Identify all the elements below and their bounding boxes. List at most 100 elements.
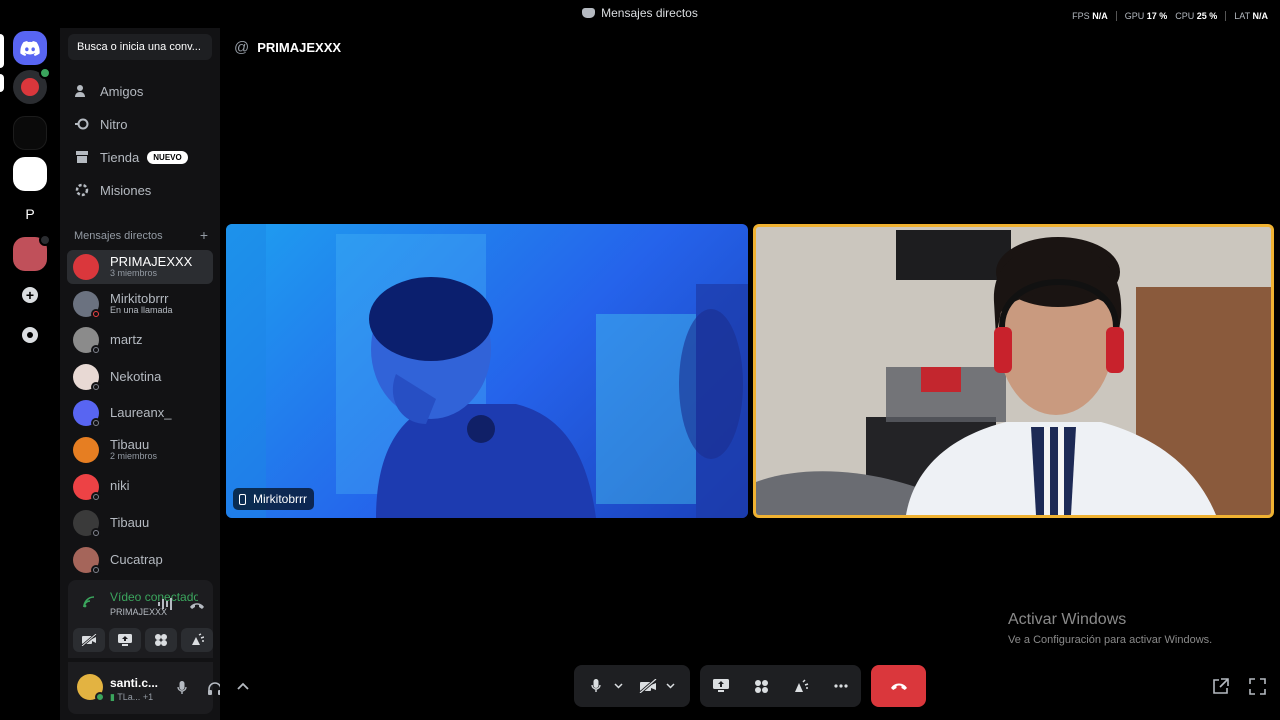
video-tile-local[interactable] bbox=[753, 224, 1274, 518]
status-indicator bbox=[91, 418, 101, 429]
connection-signal-icon[interactable] bbox=[83, 596, 97, 608]
dm-item[interactable]: Laureanx_ bbox=[67, 396, 213, 430]
video-tile-remote[interactable]: Mirkitobrrr bbox=[226, 224, 748, 518]
dm-avatar bbox=[73, 437, 99, 463]
share-screen-button[interactable] bbox=[109, 628, 141, 652]
local-video-feed bbox=[756, 227, 1271, 515]
dm-avatar bbox=[73, 510, 101, 539]
status-indicator bbox=[91, 381, 101, 392]
dm-avatar bbox=[73, 400, 101, 429]
camera-options-chevron-icon[interactable] bbox=[662, 672, 678, 700]
server-black[interactable] bbox=[13, 116, 47, 150]
dm-header: Mensajes directos + bbox=[74, 227, 208, 243]
performance-overlay: FPS N/A GPU 17 % CPU 25 % LAT N/A bbox=[1072, 11, 1268, 21]
dm-avatar bbox=[73, 546, 101, 575]
mic-options-chevron-icon[interactable] bbox=[610, 672, 626, 700]
dm-avatar bbox=[73, 363, 101, 392]
noise-suppression-icon[interactable] bbox=[158, 597, 174, 615]
search-input[interactable]: Busca o inicia una conv... bbox=[68, 34, 212, 60]
nav-quests[interactable]: Misiones bbox=[68, 175, 212, 205]
status-indicator bbox=[91, 491, 101, 502]
server-p[interactable]: P bbox=[13, 197, 47, 231]
call-view: @ PRIMAJEXXX Mirkitobrrr Activar Windows… bbox=[220, 28, 1280, 720]
friends-icon bbox=[74, 83, 90, 99]
dm-name: Tibauu bbox=[110, 515, 150, 531]
status-indicator bbox=[91, 308, 101, 319]
mobile-device-icon bbox=[239, 493, 246, 505]
selected-indicator bbox=[0, 34, 4, 68]
title-bar: Mensajes directos FPS N/A GPU 17 % CPU 2… bbox=[0, 0, 1280, 28]
media-controls bbox=[574, 665, 690, 707]
status-indicator bbox=[91, 345, 101, 356]
add-server-icon[interactable]: + bbox=[13, 278, 47, 312]
user-avatar[interactable] bbox=[77, 674, 105, 702]
hang-up-icon bbox=[890, 683, 907, 690]
dm-item[interactable]: niki bbox=[67, 470, 213, 504]
dm-item[interactable]: martz bbox=[67, 323, 213, 357]
disconnect-icon[interactable] bbox=[189, 597, 205, 615]
activities-button[interactable] bbox=[145, 628, 177, 652]
toggle-camera-button[interactable] bbox=[73, 628, 105, 652]
soundboard-icon[interactable] bbox=[787, 672, 815, 700]
create-dm-button[interactable]: + bbox=[200, 228, 208, 242]
dm-avatar bbox=[73, 254, 99, 280]
status-indicator bbox=[91, 528, 101, 539]
dm-name: Mirkitobrrr bbox=[110, 290, 169, 306]
dm-item[interactable]: PRIMAJEXXX 3 miembros bbox=[67, 250, 213, 284]
server-rail: P + bbox=[0, 28, 60, 720]
chevron-up-icon[interactable] bbox=[233, 676, 253, 696]
voice-status[interactable]: Vídeo conectado bbox=[110, 590, 198, 604]
dm-avatar bbox=[73, 290, 101, 319]
stat-fps: FPS N/A bbox=[1072, 11, 1108, 21]
quests-icon bbox=[74, 182, 90, 198]
discover-icon[interactable] bbox=[13, 318, 47, 352]
call-actions bbox=[700, 665, 861, 707]
dm-item[interactable]: Cucatrap bbox=[67, 543, 213, 577]
dm-name: martz bbox=[110, 332, 143, 348]
dm-sidebar: Busca o inicia una conv... Amigos Nitro … bbox=[60, 28, 254, 720]
new-badge: NUEVO bbox=[147, 150, 188, 164]
nav-shop[interactable]: Tienda NUEVO bbox=[68, 142, 212, 172]
screen-share-button[interactable] bbox=[707, 672, 735, 700]
user-activity: ▮ TLa... +1 bbox=[110, 692, 154, 702]
nav-nitro[interactable]: Nitro bbox=[68, 109, 212, 139]
dm-item[interactable]: Tibauu 2 miembros bbox=[67, 433, 213, 467]
pop-out-icon[interactable] bbox=[1210, 676, 1230, 696]
dm-item[interactable]: Nekotina bbox=[67, 360, 213, 394]
stat-gpu: GPU 17 % bbox=[1124, 11, 1168, 21]
participant-name-tag: Mirkitobrrr bbox=[233, 488, 314, 510]
soundboard-button[interactable] bbox=[181, 628, 213, 652]
username[interactable]: santi.c... bbox=[110, 676, 158, 690]
nav-friends[interactable]: Amigos bbox=[68, 76, 212, 106]
microphone-button[interactable] bbox=[582, 672, 610, 700]
more-options-icon[interactable] bbox=[827, 672, 855, 700]
dm-name: Laureanx_ bbox=[110, 405, 172, 421]
discord-home-icon[interactable] bbox=[13, 31, 47, 65]
stat-cpu: CPU 25 % bbox=[1175, 11, 1218, 21]
dm-name: Nekotina bbox=[110, 368, 162, 384]
voice-panel: Vídeo conectado PRIMAJEXXX bbox=[68, 580, 213, 658]
camera-off-button[interactable] bbox=[634, 672, 662, 700]
user-panel: santi.c... ▮ TLa... +1 bbox=[68, 662, 254, 714]
leave-call-button[interactable] bbox=[871, 665, 926, 707]
dm-name: niki bbox=[110, 478, 130, 494]
dm-subtitle: 2 miembros bbox=[110, 451, 158, 462]
fullscreen-icon[interactable] bbox=[1247, 676, 1267, 696]
dm-name: Cucatrap bbox=[110, 551, 163, 567]
nitro-icon bbox=[74, 116, 90, 132]
microphone-icon[interactable] bbox=[174, 680, 190, 696]
group-dm-icon[interactable] bbox=[13, 67, 51, 104]
dm-item[interactable]: Mirkitobrrr En una llamada bbox=[67, 287, 213, 321]
remote-video-feed bbox=[226, 224, 748, 518]
dm-avatar bbox=[73, 473, 101, 502]
dm-item[interactable]: Tibauu bbox=[67, 506, 213, 540]
windows-activation-watermark: Activar Windows Ve a Configuración para … bbox=[1008, 611, 1213, 646]
dm-subtitle: 3 miembros bbox=[110, 268, 158, 279]
shop-icon bbox=[74, 149, 90, 165]
activities-rocket-icon[interactable] bbox=[747, 672, 775, 700]
dm-name: PRIMAJEXXX bbox=[110, 253, 193, 269]
dm-name: Tibauu bbox=[110, 436, 150, 452]
channel-header: @ PRIMAJEXXX bbox=[234, 39, 342, 56]
server-avatar[interactable] bbox=[13, 234, 51, 271]
server-white[interactable] bbox=[13, 157, 47, 191]
